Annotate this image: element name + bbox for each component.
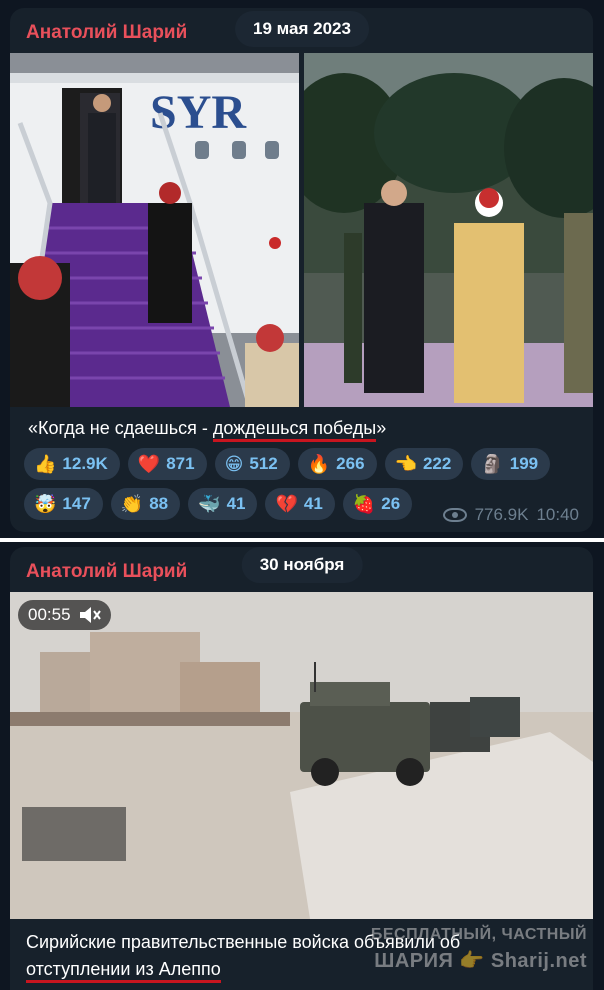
message-time: 10:40 bbox=[536, 505, 579, 524]
moai-icon: 🗿 bbox=[481, 454, 504, 474]
video-duration-badge: 00:55 bbox=[18, 600, 111, 630]
watermark-line-2: ШАРИЯ 👉 Sharij.net bbox=[374, 950, 587, 972]
reaction-count: 222 bbox=[422, 454, 452, 473]
caption-highlighted-text: дождешься победы bbox=[212, 418, 377, 442]
date-separator-2: 30 ноября bbox=[241, 547, 363, 583]
reaction-heart[interactable]: ❤️ 871 bbox=[127, 448, 207, 480]
broken-heart-icon: 💔 bbox=[275, 494, 298, 514]
message-bubble-2[interactable]: Анатолий Шарий 00:55 Сирийские правитель… bbox=[10, 547, 593, 990]
reaction-count: 147 bbox=[62, 494, 91, 513]
reaction-broken-heart[interactable]: 💔 41 bbox=[265, 488, 335, 520]
reaction-count: 12.9K bbox=[62, 454, 108, 473]
message-meta: 776.9K 10:40 bbox=[442, 505, 579, 525]
channel-author-name[interactable]: Анатолий Шарий bbox=[26, 561, 187, 583]
photo-greeting-walk[interactable] bbox=[304, 53, 593, 407]
caption-highlighted-text: отступлении из Алеппо bbox=[26, 959, 221, 983]
clap-icon: 👏 bbox=[120, 494, 144, 514]
date-separator-1: 19 мая 2023 bbox=[235, 11, 369, 47]
caption-text: «Когда не сдаешься - bbox=[28, 418, 213, 438]
reaction-grin[interactable]: 😁 512 bbox=[214, 448, 290, 480]
reaction-clap[interactable]: 👏 88 bbox=[110, 488, 181, 520]
photo-airplane-arrival[interactable]: SYR bbox=[10, 53, 299, 407]
reaction-count: 871 bbox=[166, 454, 195, 473]
channel-author-name[interactable]: Анатолий Шарий bbox=[26, 22, 187, 44]
thumbs-up-icon: 👍 bbox=[34, 454, 57, 474]
reaction-thumbs-up[interactable]: 👍 12.9K bbox=[24, 448, 120, 480]
reaction-whale[interactable]: 🐳 41 bbox=[188, 488, 258, 520]
eye-icon bbox=[442, 508, 467, 522]
video-duration: 00:55 bbox=[28, 605, 71, 624]
reaction-exploding-head[interactable]: 🤯 147 bbox=[24, 488, 103, 520]
pointing-hand-icon: 👈 bbox=[394, 454, 417, 474]
reaction-moai[interactable]: 🗿 199 bbox=[471, 448, 551, 480]
walking-scene-illustration bbox=[304, 53, 593, 407]
reaction-count: 266 bbox=[336, 454, 365, 473]
reaction-pointing-hand[interactable]: 👈 222 bbox=[384, 448, 464, 480]
strawberry-icon: 🍓 bbox=[352, 494, 376, 514]
post-caption: «Когда не сдаешься - дождешься победы» bbox=[28, 418, 387, 442]
reaction-count: 512 bbox=[249, 454, 278, 473]
reaction-count: 26 bbox=[381, 494, 401, 513]
message-bubble-1[interactable]: Анатолий Шарий SYR «Когда не сдаешься - … bbox=[10, 8, 593, 532]
video-player[interactable]: 00:55 bbox=[10, 592, 593, 919]
grin-icon: 😁 bbox=[224, 454, 244, 474]
reaction-strawberry[interactable]: 🍓 26 bbox=[342, 488, 413, 520]
airplane-scene-illustration: SYR bbox=[10, 53, 299, 407]
reaction-count: 41 bbox=[226, 494, 246, 513]
muted-speaker-icon[interactable] bbox=[79, 606, 101, 624]
watermark-line-1: БЕСПЛАТНЫЙ, ЧАСТНЫЙ bbox=[370, 926, 587, 943]
exploding-head-icon: 🤯 bbox=[34, 494, 57, 514]
channel-watermark: БЕСПЛАТНЫЙ, ЧАСТНЫЙ ШАРИЯ 👉 Sharij.net bbox=[371, 922, 587, 974]
reaction-fire[interactable]: 🔥 266 bbox=[297, 448, 377, 480]
convoy-video-frame bbox=[10, 592, 593, 919]
heart-icon: ❤️ bbox=[137, 454, 161, 474]
reaction-count: 199 bbox=[509, 454, 539, 473]
caption-quote-end: » bbox=[376, 418, 387, 438]
reaction-count: 41 bbox=[303, 494, 323, 513]
view-count: 776.9K bbox=[474, 505, 529, 524]
fire-icon: 🔥 bbox=[307, 454, 331, 474]
post-divider bbox=[0, 538, 604, 542]
reaction-count: 88 bbox=[149, 494, 169, 513]
whale-icon: 🐳 bbox=[198, 494, 221, 514]
